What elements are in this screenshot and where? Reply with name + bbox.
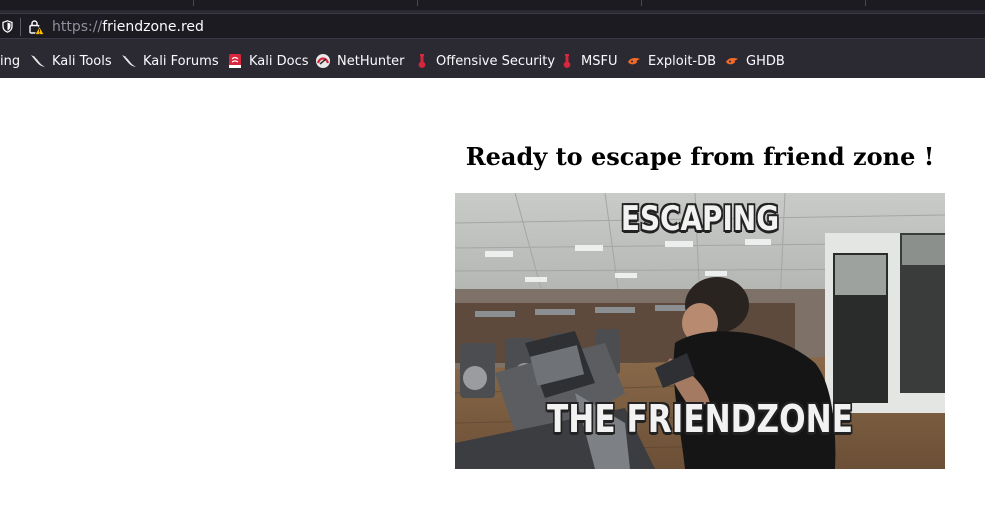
urlbar-divider	[20, 18, 21, 36]
bookmark-label: Exploit-DB	[648, 53, 717, 69]
bookmarks-toolbar: ing Kali Tools Kali Forums Kali Docs Net…	[0, 42, 985, 78]
bookmark-label: Kali Tools	[52, 53, 112, 69]
bookmark-ghdb[interactable]: GHDB	[724, 51, 785, 71]
exploitdb-icon	[726, 58, 738, 65]
meme-top-caption: ESCAPING	[620, 199, 780, 239]
offsec-icon	[418, 54, 426, 68]
bookmark-offensive-security[interactable]: Offensive Security	[414, 51, 555, 71]
bookmark-label: NetHunter	[337, 53, 405, 69]
bookmark-label: Offensive Security	[436, 53, 556, 69]
tracking-protection-shield-icon[interactable]	[2, 20, 13, 33]
bookmark-kali-tools[interactable]: Kali Tools	[30, 51, 112, 71]
tab-separator	[641, 0, 642, 6]
bookmark-partial[interactable]: ing	[0, 51, 20, 71]
offsec-icon	[563, 54, 571, 68]
url-host: friendzone.red	[102, 19, 204, 35]
kali-docs-icon	[229, 54, 241, 68]
nethunter-icon	[316, 54, 330, 68]
kali-dragon-icon	[31, 55, 45, 67]
url-scheme: https://	[52, 19, 103, 35]
insecure-lock-warning-icon[interactable]	[28, 19, 44, 35]
navigation-toolbar: https://friendzone.red	[0, 10, 985, 42]
tab-strip	[0, 0, 985, 10]
tab-separator	[417, 0, 418, 6]
bookmark-label: Kali Docs	[249, 53, 309, 69]
bookmark-kali-forums[interactable]: Kali Forums	[121, 51, 219, 71]
bookmark-label: GHDB	[746, 53, 785, 69]
meme-image: ESCAPING THE FRIENDZONE	[455, 193, 945, 469]
kali-dragon-icon	[122, 55, 136, 67]
tab-separator	[193, 0, 194, 6]
bookmark-nethunter[interactable]: NetHunter	[315, 51, 405, 71]
bookmark-exploit-db[interactable]: Exploit-DB	[626, 51, 716, 71]
bookmark-msfu[interactable]: MSFU	[559, 51, 617, 71]
bookmark-label: ing	[0, 53, 21, 69]
bookmark-label: MSFU	[581, 53, 618, 69]
bookmark-label: Kali Forums	[143, 53, 219, 69]
tab-separator	[865, 0, 866, 6]
meme-bottom-caption: THE FRIENDZONE	[546, 397, 854, 441]
url-text[interactable]: https://friendzone.red	[52, 18, 204, 36]
page-heading: Ready to escape from friend zone !	[465, 142, 935, 171]
exploitdb-icon	[628, 58, 640, 65]
bookmark-kali-docs[interactable]: Kali Docs	[227, 51, 309, 71]
address-bar[interactable]: https://friendzone.red	[0, 13, 985, 39]
